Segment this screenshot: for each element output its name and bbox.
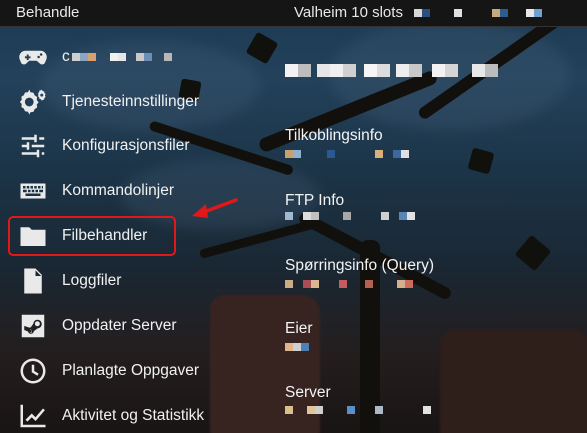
redacted-server-value — [285, 406, 431, 414]
owner-label: Eier — [285, 320, 313, 337]
steam-icon — [21, 314, 45, 338]
redacted-server-title — [285, 64, 498, 77]
menu-label-log-files: Loggfiler — [62, 272, 122, 289]
menu-item-service-settings[interactable]: Tjenesteinnstillinger — [18, 86, 199, 118]
redacted-connection-value — [285, 150, 409, 158]
server-name: Valheim 10 slots — [294, 4, 403, 21]
menu-label-service-settings: Tjenesteinnstillinger — [62, 93, 199, 110]
page-title: Behandle — [16, 4, 80, 21]
menu-label-activity-stats: Aktivitet og Statistikk — [62, 407, 205, 424]
gamepad-icon — [19, 50, 47, 65]
menu-item-scheduled-tasks[interactable]: Planlagte Oppgaver — [18, 355, 199, 387]
keyboard-icon — [20, 183, 46, 199]
menu-item-command-lines[interactable]: Kommandolinjer — [18, 175, 174, 207]
menu-label-command-lines: Kommandolinjer — [62, 182, 174, 199]
connection-info-label: Tilkoblingsinfo — [285, 127, 383, 144]
log-file-icon — [24, 268, 42, 294]
file-manager-highlight-box — [8, 216, 176, 256]
menu-label-scheduled-tasks: Planlagte Oppgaver — [62, 362, 200, 379]
menu-item-config-files[interactable]: Konfigurasjonsfiler — [18, 130, 190, 162]
query-info-label: Spørringsinfo (Query) — [285, 257, 435, 274]
arrow-annotation-icon — [192, 198, 238, 218]
clock-icon — [20, 358, 46, 384]
menu-item-update-server[interactable]: Oppdater Server — [18, 310, 177, 342]
menu-item-activity-stats[interactable]: Aktivitet og Statistikk — [18, 400, 204, 432]
redacted-query-value — [285, 280, 413, 288]
server-label: Server — [285, 384, 331, 401]
redacted-owner-value — [285, 343, 309, 351]
redacted-game-name — [71, 53, 172, 61]
redacted-ftp-value — [285, 212, 415, 220]
menu-label-update-server: Oppdater Server — [62, 317, 177, 334]
gears-icon — [19, 89, 46, 115]
menu-item-game[interactable]: c — [18, 41, 184, 73]
menu-label-config-files: Konfigurasjonsfiler — [62, 137, 190, 154]
menu-label-game: c — [62, 48, 70, 65]
top-bar: Behandle Valheim 10 slots — [0, 0, 587, 27]
ftp-info-label: FTP Info — [285, 192, 345, 209]
redacted-server-id — [414, 9, 542, 17]
menu-item-log-files[interactable]: Loggfiler — [18, 265, 121, 297]
sliders-icon — [21, 134, 45, 158]
chart-line-icon — [20, 404, 46, 428]
